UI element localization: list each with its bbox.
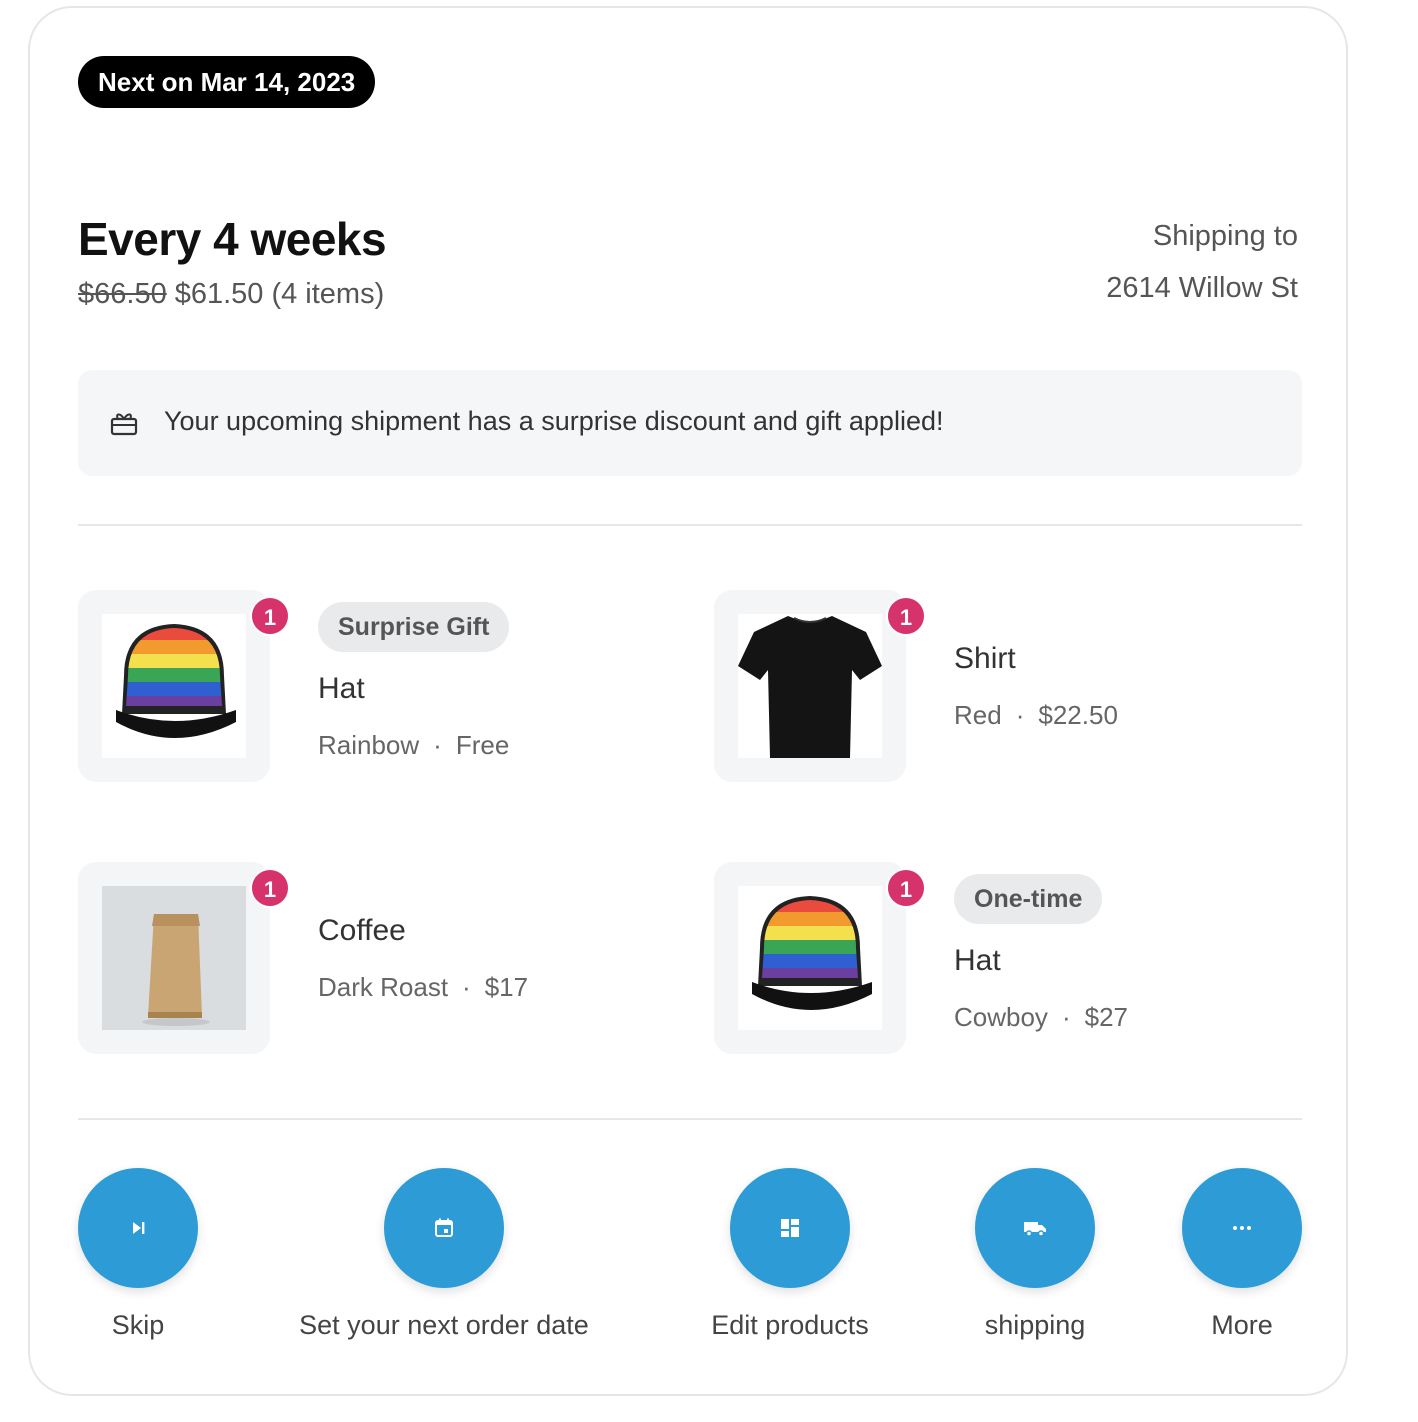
- product-thumbnail: [714, 590, 906, 782]
- coffee-image: [102, 886, 246, 1030]
- set-next-order-date-action[interactable]: Set your next order date: [284, 1168, 604, 1341]
- one-time-tag: One-time: [954, 874, 1103, 924]
- product-price: $17: [484, 972, 529, 1002]
- skip-label: Skip: [111, 1310, 165, 1340]
- original-price: $66.50: [78, 278, 167, 310]
- edit-products-action[interactable]: Edit products: [690, 1168, 890, 1341]
- product-variant: Red: [954, 700, 1002, 730]
- product-meta: Cowboy · $27: [954, 1002, 1128, 1033]
- dashboard-icon: [781, 1219, 799, 1237]
- product-name: Hat: [318, 672, 365, 705]
- more-icon: [1233, 1226, 1251, 1230]
- product-item-hat-rainbow[interactable]: 1 Surprise Gift Hat Rainbow · Free: [78, 590, 658, 790]
- shipping-button[interactable]: [975, 1168, 1095, 1288]
- notice-message: Your upcoming shipment has a surprise di…: [164, 406, 944, 436]
- product-thumbnail: [78, 590, 270, 782]
- product-item-hat-cowboy[interactable]: 1 One-time Hat Cowboy · $27: [714, 862, 1294, 1062]
- hat-image: [738, 886, 882, 1030]
- product-variant: Dark Roast: [318, 972, 449, 1002]
- truck-icon: [1024, 1222, 1046, 1237]
- gift-icon: [110, 410, 138, 436]
- discounted-price: $61.50 (4 items): [174, 278, 385, 310]
- subscription-card: Next on Mar 14, 2023 Every 4 weeks $66.5…: [28, 6, 1348, 1396]
- shipping-to-label: Shipping to: [1152, 220, 1298, 252]
- product-meta: Dark Roast · $17: [318, 972, 528, 1003]
- product-name: Hat: [954, 944, 1001, 977]
- product-variant: Rainbow: [318, 730, 420, 760]
- divider: [78, 1118, 1302, 1120]
- separator-dot: ·: [1061, 1002, 1071, 1032]
- separator-dot: ·: [1015, 700, 1025, 730]
- calendar-icon: [435, 1218, 453, 1237]
- quantity-badge: 1: [886, 596, 926, 636]
- next-date-badge: Next on Mar 14, 2023: [78, 56, 376, 108]
- shipping-address[interactable]: 2614 Willow St: [1106, 272, 1298, 305]
- price-summary: $66.50 $61.50 (4 items): [78, 278, 384, 311]
- divider: [78, 524, 1302, 526]
- product-variant: Cowboy: [954, 1002, 1048, 1032]
- more-action[interactable]: More: [1182, 1168, 1302, 1341]
- set-next-order-date-label: Set your next order date: [299, 1310, 589, 1340]
- product-meta: Red · $22.50: [954, 700, 1118, 731]
- product-thumbnail: [714, 862, 906, 1054]
- quantity-badge: 1: [886, 868, 926, 908]
- surprise-notice: Your upcoming shipment has a surprise di…: [78, 370, 1302, 476]
- product-item-coffee[interactable]: 1 Coffee Dark Roast · $17: [78, 862, 658, 1062]
- product-price: Free: [455, 730, 510, 760]
- product-price: $27: [1084, 1002, 1128, 1032]
- product-name: Coffee: [318, 914, 406, 947]
- skip-button[interactable]: [78, 1168, 198, 1288]
- edit-products-button[interactable]: [730, 1168, 850, 1288]
- quantity-badge: 1: [250, 868, 290, 908]
- quantity-badge: 1: [250, 596, 290, 636]
- frequency-title: Every 4 weeks: [78, 213, 387, 265]
- set-next-order-date-button[interactable]: [384, 1168, 504, 1288]
- skip-icon: [133, 1222, 145, 1234]
- separator-dot: ·: [462, 972, 471, 1002]
- separator-dot: ·: [433, 730, 442, 760]
- product-thumbnail: [78, 862, 270, 1054]
- more-label: More: [1211, 1310, 1273, 1340]
- hat-image: [102, 614, 246, 758]
- shipping-label: shipping: [984, 1310, 1086, 1340]
- edit-products-label: Edit products: [711, 1310, 869, 1340]
- surprise-gift-tag: Surprise Gift: [318, 602, 510, 652]
- more-button[interactable]: [1182, 1168, 1302, 1288]
- product-item-shirt[interactable]: 1 Shirt Red · $22.50: [714, 590, 1294, 790]
- shirt-image: [738, 614, 882, 758]
- shipping-action[interactable]: shipping: [935, 1168, 1135, 1341]
- product-meta: Rainbow · Free: [318, 730, 509, 761]
- product-price: $22.50: [1038, 700, 1118, 730]
- skip-action[interactable]: Skip: [78, 1168, 198, 1341]
- product-name: Shirt: [954, 642, 1016, 675]
